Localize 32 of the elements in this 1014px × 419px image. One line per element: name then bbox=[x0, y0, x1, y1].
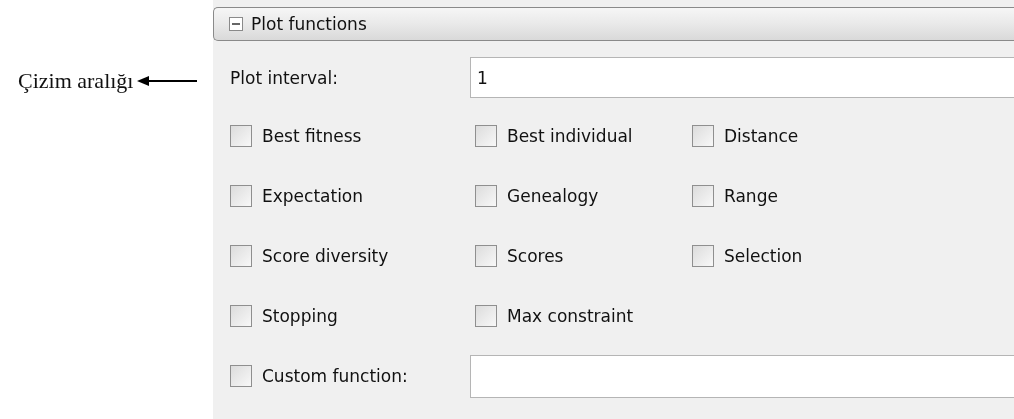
plot-interval-field[interactable]: 1 bbox=[470, 57, 1014, 98]
checkbox[interactable] bbox=[230, 305, 252, 327]
checkbox-label: Genealogy bbox=[507, 186, 599, 206]
checkbox[interactable] bbox=[692, 125, 714, 147]
checkbox-label: Scores bbox=[507, 246, 564, 266]
checkbox[interactable] bbox=[692, 185, 714, 207]
custom-function-field[interactable] bbox=[470, 354, 1014, 398]
arrow-icon bbox=[137, 75, 198, 87]
checkbox[interactable] bbox=[692, 245, 714, 267]
collapse-icon[interactable] bbox=[229, 17, 243, 31]
checkbox-label: Max constraint bbox=[507, 306, 634, 326]
checkbox-label: Distance bbox=[724, 126, 799, 146]
checkbox[interactable] bbox=[230, 245, 252, 267]
checkbox-label: Stopping bbox=[262, 306, 338, 326]
section-header[interactable]: Plot functions bbox=[213, 7, 1014, 41]
checkbox[interactable] bbox=[475, 185, 497, 207]
checkbox[interactable] bbox=[230, 185, 252, 207]
checkbox[interactable] bbox=[475, 245, 497, 267]
checkbox-label: Expectation bbox=[262, 186, 364, 206]
checkbox-label: Best individual bbox=[507, 126, 633, 146]
checkbox[interactable] bbox=[230, 365, 252, 387]
checkbox-label: Selection bbox=[724, 246, 803, 266]
checkbox-label: Custom function: bbox=[262, 366, 408, 386]
checkbox-label: Score diversity bbox=[262, 246, 389, 266]
checkbox-label: Range bbox=[724, 186, 778, 206]
section-title: Plot functions bbox=[251, 14, 367, 34]
annotation-text: Çizim aralığı bbox=[18, 68, 134, 94]
checkbox[interactable] bbox=[475, 305, 497, 327]
plot-interval-label: Plot interval: bbox=[230, 67, 339, 88]
checkbox[interactable] bbox=[230, 125, 252, 147]
checkbox-label: Best fitness bbox=[262, 126, 362, 146]
checkbox[interactable] bbox=[475, 125, 497, 147]
